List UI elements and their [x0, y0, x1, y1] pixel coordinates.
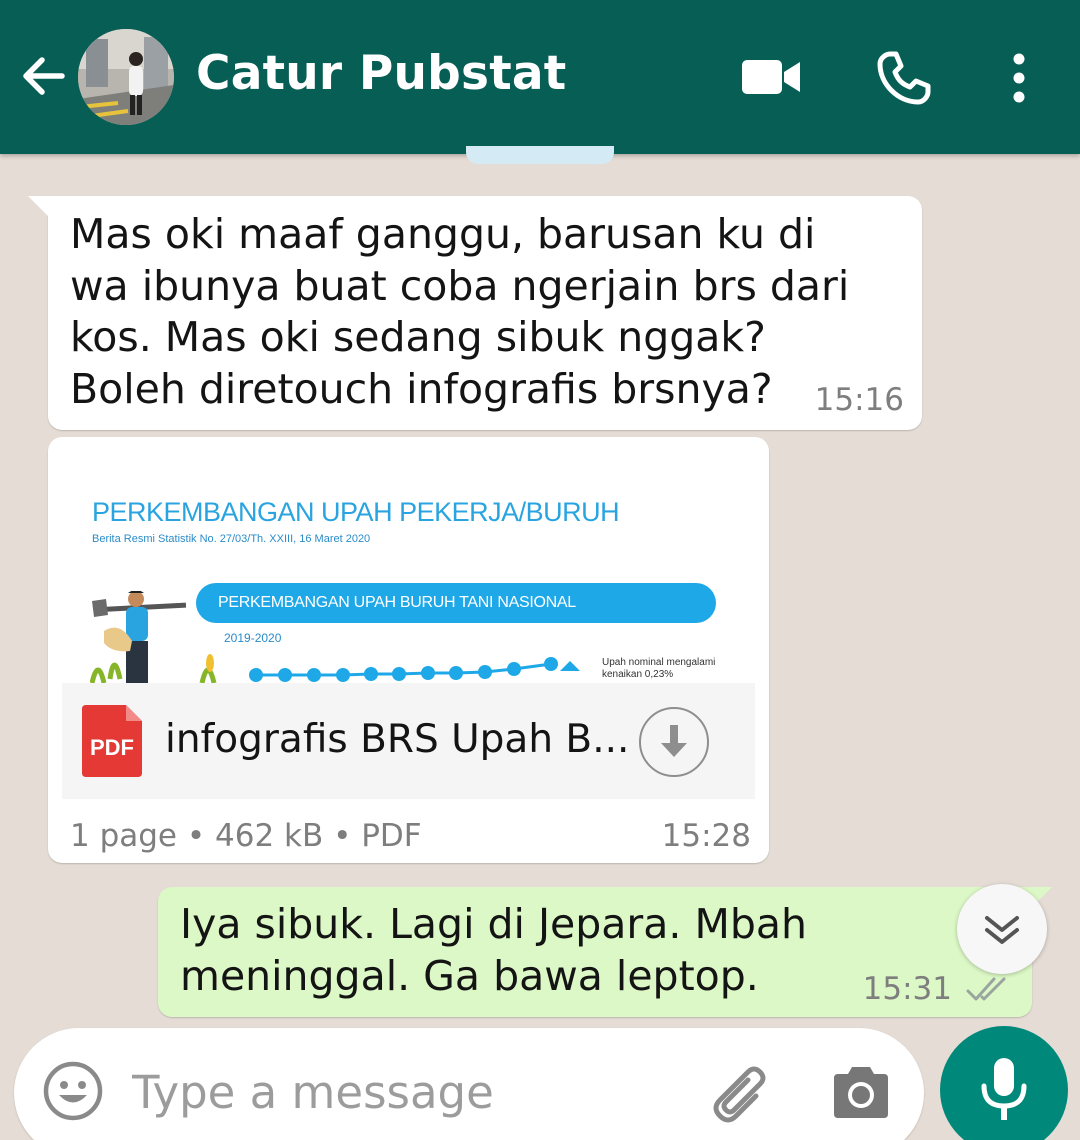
document-preview[interactable]: PERKEMBANGAN UPAH PEKERJA/BURUH Berita R…	[62, 451, 755, 683]
preview-banner-text: PERKEMBANGAN UPAH BURUH TANI NASIONAL	[218, 594, 576, 611]
preview-year: 2019-2020	[224, 631, 282, 645]
download-arrow-icon	[661, 725, 687, 757]
preview-title: PERKEMBANGAN UPAH PEKERJA/BURUH	[92, 497, 620, 527]
video-call-icon[interactable]	[740, 56, 802, 98]
message-text: Mas oki maaf ganggu, barusan ku di wa ib…	[70, 210, 850, 413]
outgoing-message[interactable]: Iya sibuk. Lagi di Jepara. Mbah meningga…	[158, 887, 1052, 1017]
message-composer	[14, 1028, 924, 1140]
more-options-icon[interactable]	[1004, 52, 1034, 104]
voice-message-button[interactable]	[940, 1026, 1068, 1140]
back-arrow-icon[interactable]	[18, 50, 70, 102]
message-time: 15:16	[814, 382, 904, 418]
pdf-file-icon: PDF	[82, 705, 142, 777]
microphone-icon	[981, 1058, 1027, 1120]
contact-name[interactable]: Catur Pubstat	[196, 46, 566, 101]
pdf-badge-label: PDF	[90, 735, 134, 760]
avatar[interactable]	[78, 29, 174, 125]
document-message[interactable]: PERKEMBANGAN UPAH PEKERJA/BURUH Berita R…	[48, 437, 769, 863]
file-meta: 1 page • 462 kB • PDF	[70, 818, 422, 854]
preview-line-chart	[249, 657, 580, 682]
download-button[interactable]	[639, 707, 709, 777]
camera-icon[interactable]	[830, 1064, 892, 1120]
preview-subtitle: Berita Resmi Statistik No. 27/03/Th. XXI…	[92, 533, 371, 545]
message-text: Iya sibuk. Lagi di Jepara. Mbah meningga…	[180, 900, 807, 1000]
message-time: 15:28	[661, 818, 751, 854]
chat-header: Catur Pubstat	[0, 0, 1080, 154]
file-name: infografis BRS Upah B...	[165, 717, 630, 762]
read-ticks-icon	[966, 977, 1006, 1001]
preview-note: Upah nominal mengalami kenaikan 0,23%	[602, 657, 716, 680]
attachment-icon[interactable]	[706, 1058, 776, 1128]
bubble-tail	[28, 196, 50, 218]
message-time: 15:31	[862, 971, 952, 1007]
preview-banner: PERKEMBANGAN UPAH BURUH TANI NASIONAL	[196, 583, 716, 623]
incoming-message[interactable]: Mas oki maaf ganggu, barusan ku di wa ib…	[28, 196, 922, 430]
emoji-icon[interactable]	[42, 1060, 104, 1122]
message-input[interactable]	[132, 1062, 692, 1122]
double-chevron-down-icon	[985, 916, 1019, 944]
phone-call-icon[interactable]	[876, 50, 932, 106]
date-chip	[466, 146, 614, 164]
scroll-to-bottom-button[interactable]	[957, 884, 1047, 974]
file-info-bar[interactable]: PDF infografis BRS Upah B...	[62, 683, 755, 799]
